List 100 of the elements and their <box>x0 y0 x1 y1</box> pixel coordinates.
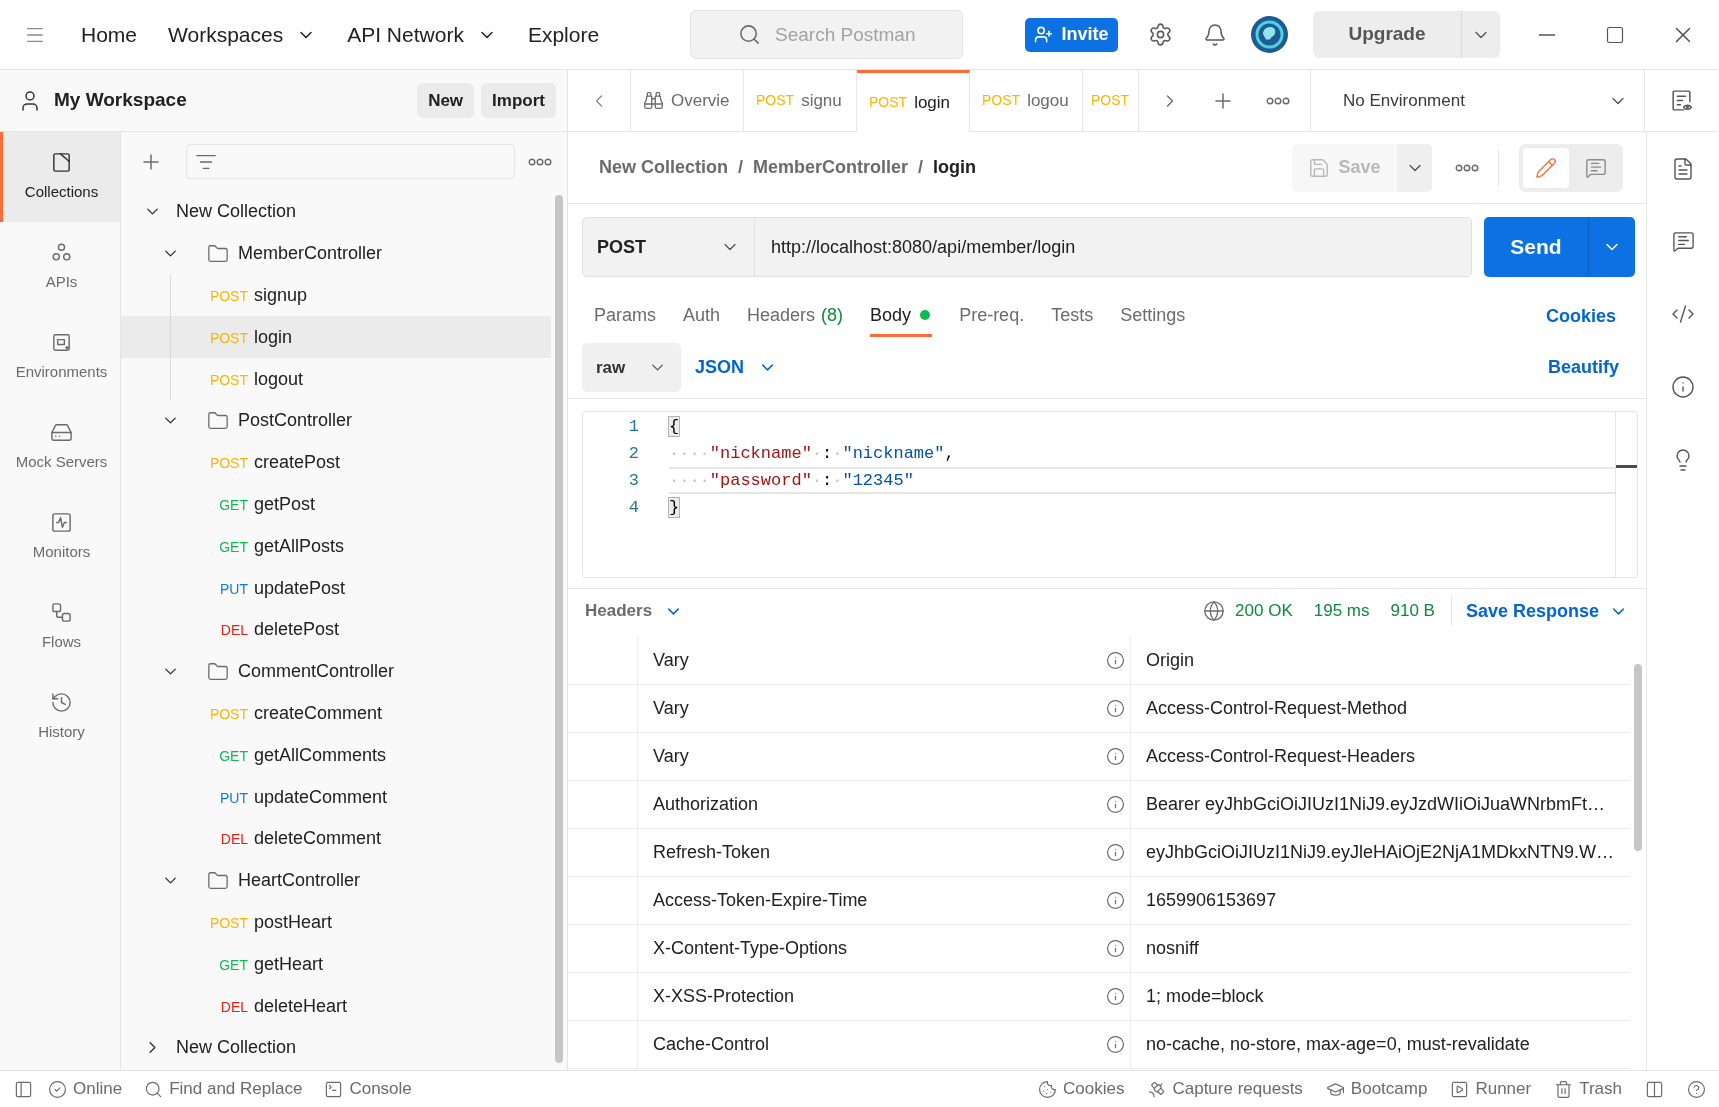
info-icon[interactable] <box>1106 651 1125 670</box>
status-bar-button[interactable]: Bootcamp <box>1325 1076 1428 1102</box>
avatar-icon[interactable] <box>1251 16 1288 53</box>
maximize-icon[interactable] <box>1605 24 1625 45</box>
request-item[interactable]: DEL deleteComment <box>121 817 551 860</box>
request-item[interactable]: POST signup <box>121 274 551 317</box>
request-item[interactable]: PUT updatePost <box>121 567 551 609</box>
status-bar-button[interactable]: Online <box>48 1076 123 1102</box>
request-tab[interactable]: Params <box>594 296 656 337</box>
code-icon[interactable] <box>1671 302 1695 326</box>
request-item[interactable]: GET getHeart <box>121 943 551 986</box>
response-section-dropdown[interactable]: Headers <box>585 598 684 624</box>
breadcrumb-link[interactable]: MemberController <box>753 154 909 181</box>
info-icon[interactable] <box>1106 939 1125 958</box>
request-tab[interactable]: Body <box>870 296 933 337</box>
scrollbar-thumb[interactable] <box>555 195 563 1063</box>
header-button[interactable]: Import <box>481 83 556 118</box>
environment-selector[interactable]: No Environment <box>1310 70 1644 132</box>
sidebar-toggle-icon[interactable] <box>14 1079 33 1099</box>
invite-button[interactable]: Invite <box>1025 17 1118 52</box>
request-item[interactable]: GET getAllPosts <box>121 525 551 568</box>
header-button[interactable]: New <box>417 83 475 118</box>
breadcrumb-link[interactable]: login <box>933 154 977 181</box>
request-item[interactable]: POST logout <box>121 358 551 400</box>
info-icon[interactable] <box>1106 795 1125 814</box>
info-icon[interactable] <box>1106 699 1125 718</box>
sidebar-tab[interactable]: History <box>0 672 120 762</box>
request-item[interactable]: POST createPost <box>121 441 551 484</box>
more-icon[interactable] <box>1266 96 1290 105</box>
info-icon[interactable] <box>1106 843 1125 862</box>
language-dropdown[interactable]: JSON <box>695 343 778 392</box>
send-button[interactable]: Send <box>1484 217 1588 277</box>
code-editor[interactable]: 1 2 3 4 { ····"nickname"·:·"nickname", ····"password"·:·"12345" } <box>582 411 1638 578</box>
more-icon[interactable] <box>528 157 552 166</box>
save-response-button[interactable]: Save Response <box>1465 597 1628 625</box>
status-bar-button[interactable]: Trash <box>1554 1076 1622 1102</box>
beautify-link[interactable]: Beautify <box>1548 343 1619 392</box>
scrollbar-thumb[interactable] <box>1634 664 1642 851</box>
request-item[interactable]: DEL deleteHeart <box>121 985 551 1027</box>
request-tab[interactable]: POST login <box>857 70 970 132</box>
folder-item[interactable]: HeartController <box>121 859 551 902</box>
request-item[interactable]: POST createComment <box>121 692 551 735</box>
info-icon[interactable] <box>1106 1035 1125 1054</box>
request-tab[interactable]: Auth <box>683 296 721 337</box>
help-icon[interactable] <box>1687 1079 1706 1099</box>
sidebar-tab[interactable]: Mock Servers <box>0 402 120 492</box>
sidebar-tab[interactable]: Monitors <box>0 492 120 582</box>
breadcrumb-link[interactable]: New Collection <box>599 154 728 181</box>
collection-item[interactable]: New Collection <box>121 1026 551 1069</box>
globe-icon[interactable] <box>1203 600 1226 622</box>
filter-field[interactable] <box>186 144 515 179</box>
request-item[interactable]: GET getPost <box>121 483 551 526</box>
request-tab[interactable]: Tests <box>1051 296 1094 337</box>
line-number: 2 <box>628 443 639 465</box>
collection-item[interactable]: New Collection <box>121 191 551 233</box>
body-type-dropdown[interactable]: raw <box>582 343 681 392</box>
method-dropdown[interactable]: POST <box>582 217 755 277</box>
status-bar-button[interactable]: Find and Replace <box>144 1076 303 1102</box>
settings-icon[interactable] <box>1148 22 1173 47</box>
request-item[interactable]: POST login <box>121 316 551 359</box>
folder-item[interactable]: CommentController <box>121 650 551 693</box>
sidebar-tab[interactable]: Environments <box>0 312 120 402</box>
more-icon[interactable] <box>1455 163 1479 172</box>
request-tab[interactable]: Pre-req. <box>959 296 1025 337</box>
request-tab[interactable]: Settings <box>1120 296 1186 337</box>
document-icon[interactable] <box>1671 157 1695 181</box>
status-bar-button[interactable]: Cookies <box>1038 1076 1125 1102</box>
sidebar-tab[interactable]: Collections <box>0 132 120 222</box>
two-pane-icon[interactable] <box>1645 1079 1664 1099</box>
status-bar-button[interactable]: Capture requests <box>1147 1076 1303 1102</box>
sidebar-tab[interactable]: APIs <box>0 222 120 312</box>
satellite-icon <box>1147 1079 1167 1099</box>
search-field[interactable]: Search Postman <box>690 10 963 59</box>
nav-menu-button[interactable]: Workspaces <box>168 18 317 51</box>
request-item[interactable]: PUT updateComment <box>121 776 551 818</box>
info-icon[interactable] <box>1671 375 1695 399</box>
nav-menu-button[interactable]: API Network <box>347 18 497 51</box>
request-tab[interactable]: Headers (8) <box>747 296 844 337</box>
url-field[interactable]: http://localhost:8080/api/member/login <box>755 217 1472 277</box>
folder-item[interactable]: PostController <box>121 400 551 442</box>
info-icon[interactable] <box>1106 891 1125 910</box>
info-icon[interactable] <box>1106 747 1125 766</box>
folder-item[interactable]: MemberController <box>121 232 551 275</box>
nav-link[interactable]: Home <box>81 18 138 51</box>
status-bar-button[interactable]: Console <box>324 1076 412 1102</box>
request-item[interactable]: DEL deletePost <box>121 608 551 651</box>
sidebar-tab[interactable]: Flows <box>0 582 120 672</box>
overview-tab[interactable]: Overvie <box>631 70 744 132</box>
view-mode-toggle[interactable] <box>1523 147 1569 188</box>
info-icon[interactable] <box>1106 987 1125 1006</box>
bell-icon[interactable] <box>1203 22 1227 47</box>
upgrade-button[interactable]: Upgrade <box>1313 11 1461 58</box>
nav-link[interactable]: Explore <box>527 18 600 51</box>
request-item[interactable]: GET getAllComments <box>121 734 551 777</box>
status-bar-button[interactable]: Runner <box>1450 1076 1532 1102</box>
comment-icon[interactable] <box>1671 230 1695 253</box>
request-item[interactable]: POST postHeart <box>121 901 551 944</box>
cookies-link[interactable]: Cookies <box>1545 296 1616 337</box>
request-tab[interactable]: POST logou <box>970 70 1083 132</box>
request-tab[interactable]: POST signu <box>744 70 857 132</box>
